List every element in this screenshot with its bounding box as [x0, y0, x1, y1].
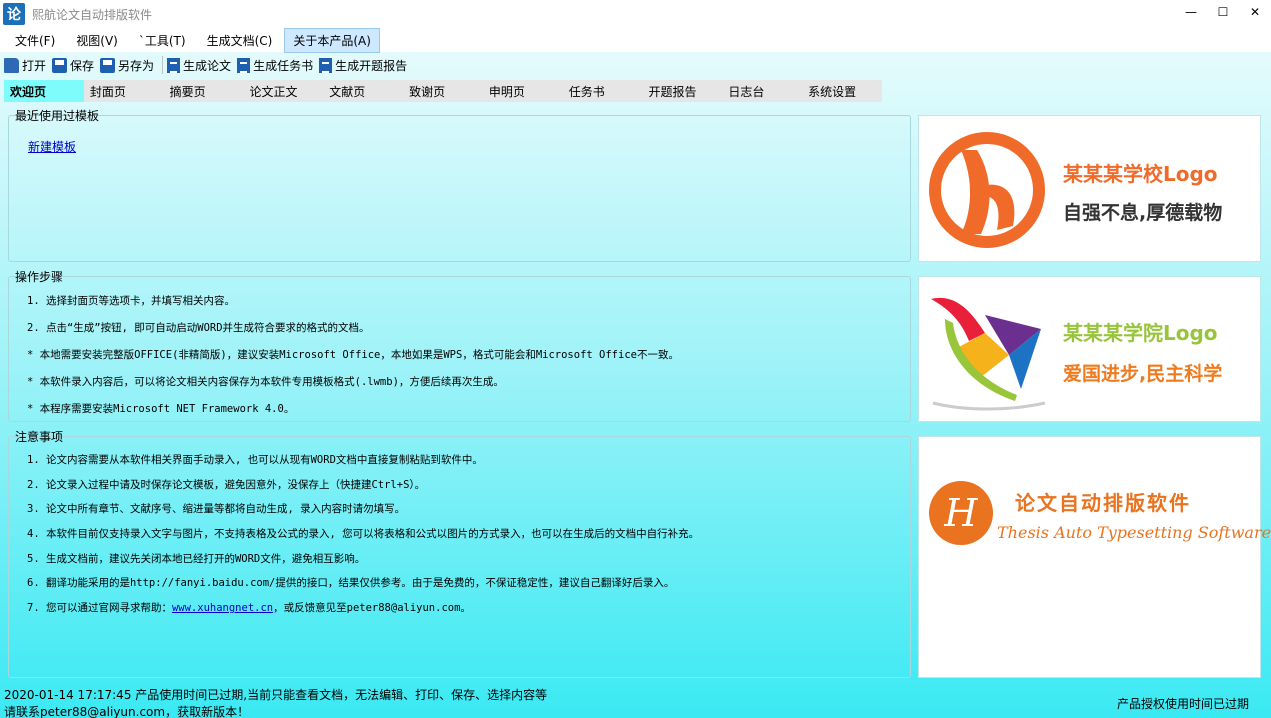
tab-body[interactable]: 论文正文: [243, 80, 323, 102]
save-icon: [52, 57, 68, 73]
open-label: 打开: [22, 58, 47, 73]
college-logo-motto: 爱国进步,民主科学: [1063, 363, 1223, 385]
tab-references[interactable]: 文献页: [323, 80, 403, 102]
website-link[interactable]: www.xuhangnet.cn: [172, 602, 273, 614]
generate-task-label: 生成任务书: [253, 58, 314, 73]
list-item: 7. 您可以通过官网寻求帮助：www.xuhangnet.cn，或反馈意见至pe…: [27, 600, 699, 625]
open-button[interactable]: 打开: [4, 57, 46, 74]
list-item: 5. 生成文档前，建议先关闭本地已经打开的WORD文件，避免相互影响。: [27, 552, 366, 565]
tab-strip: 欢迎页 封面页 摘要页 论文正文 文献页 致谢页 申明页 任务书 开题报告 日志…: [4, 80, 882, 102]
menu-generate[interactable]: 生成文档(C): [198, 28, 282, 53]
recent-templates-group: 最近使用过模板 新建模板: [8, 109, 911, 262]
generate-thesis-label: 生成论文: [183, 58, 232, 73]
app-icon: 论: [3, 3, 25, 25]
folder-open-icon: [4, 57, 19, 73]
school-logo-motto: 自强不息,厚德载物: [1063, 202, 1223, 224]
tab-acknowledgement[interactable]: 致谢页: [403, 80, 483, 102]
recent-templates-legend: 最近使用过模板: [15, 109, 100, 123]
menu-file[interactable]: 文件(F): [6, 28, 64, 53]
help-prefix: 7. 您可以通过官网寻求帮助：: [27, 602, 172, 615]
steps-group: 操作步骤 1. 选择封面页等选项卡，并填写相关内容。 2. 点击“生成”按钮, …: [8, 270, 911, 422]
school-logo-panel: 某某某学校Logo 自强不息,厚德载物: [918, 115, 1261, 262]
menu-view[interactable]: 视图(V): [67, 28, 127, 53]
generate-thesis-button[interactable]: 生成论文: [167, 57, 231, 74]
steps-list: 1. 选择封面页等选项卡，并填写相关内容。 2. 点击“生成”按钮, 即可自动启…: [27, 293, 679, 428]
title-bar: 论 熙航论文自动排版软件 — ☐ ✕: [0, 0, 1271, 28]
generate-proposal-button[interactable]: 生成开题报告: [319, 57, 407, 74]
list-item: 3. 论文中所有章节、文献序号、缩进量等都将自动生成, 录入内容时请勿填写。: [27, 503, 406, 516]
steps-legend: 操作步骤: [15, 270, 64, 284]
notes-list: 1. 论文内容需要从本软件相关界面手动录入, 也可以从现有WORD文档中直接复制…: [27, 452, 699, 625]
tab-log[interactable]: 日志台: [722, 80, 802, 102]
save-label: 保存: [70, 58, 95, 73]
list-item: 4. 本软件目前仅支持录入文字与图片，不支持表格及公式的录入, 您可以将表格和公…: [27, 528, 700, 541]
generate-task-button[interactable]: 生成任务书: [237, 57, 313, 74]
window-title: 熙航论文自动排版软件: [32, 7, 153, 22]
notes-legend: 注意事项: [15, 430, 64, 444]
save-button[interactable]: 保存: [52, 57, 94, 74]
tab-task[interactable]: 任务书: [563, 80, 643, 102]
list-item: 2. 论文录入过程中请及时保存论文模板，避免因意外，没保存上（快捷建Ctrl+S…: [27, 478, 426, 491]
college-emblem-icon: [931, 297, 1046, 411]
list-item: 1. 选择封面页等选项卡，并填写相关内容。: [27, 295, 235, 307]
window-controls: — ☐ ✕: [1175, 0, 1271, 28]
list-item: 1. 论文内容需要从本软件相关界面手动录入, 也可以从现有WORD文档中直接复制…: [27, 454, 483, 466]
tab-abstract[interactable]: 摘要页: [164, 80, 244, 102]
help-suffix: ，或反馈意见至peter88@aliyun.com。: [273, 602, 471, 615]
list-item: 2. 点击“生成”按钮, 即可自动启动WORD并生成符合要求的格式的文档。: [27, 322, 370, 334]
software-logo-panel: H 论文自动排版软件 Thesis Auto Typesetting Softw…: [918, 436, 1271, 678]
tab-settings[interactable]: 系统设置: [802, 80, 882, 102]
tab-welcome[interactable]: 欢迎页: [4, 80, 84, 102]
college-logo-name: 某某某学院Logo: [1063, 321, 1218, 345]
menu-bar: 文件(F) 视图(V) `工具(T) 生成文档(C) 关于本产品(A): [0, 27, 1271, 53]
save-as-button[interactable]: 另存为: [100, 57, 154, 74]
list-item: * 本地需要安装完整版OFFICE(非精简版)，建议安装Microsoft Of…: [27, 349, 679, 361]
minimize-icon[interactable]: —: [1175, 0, 1207, 24]
software-logo-name: 论文自动排版软件: [1015, 491, 1191, 515]
save-as-label: 另存为: [118, 58, 155, 73]
generate-proposal-label: 生成开题报告: [335, 58, 408, 73]
document-icon: [237, 57, 251, 73]
status-contact: 请联系peter88@aliyun.com，获取新版本！: [4, 705, 250, 718]
maximize-icon[interactable]: ☐: [1207, 0, 1239, 24]
toolbar-separator: [162, 56, 164, 74]
license-status: 产品授权使用时间已过期: [1116, 697, 1249, 711]
toolbar: 打开 保存 另存为 生成论文 生成任务书 生成开题报告: [0, 52, 1271, 78]
software-emblem-letter: H: [943, 491, 978, 535]
college-logo-panel: 某某某学院Logo 爱国进步,民主科学: [918, 276, 1261, 422]
status-message: 2020-01-14 17:17:45 产品使用时间已过期,当前只能查看文档，无…: [4, 688, 548, 702]
close-icon[interactable]: ✕: [1239, 0, 1271, 24]
tab-declaration[interactable]: 申明页: [483, 80, 563, 102]
document-icon: [319, 57, 333, 73]
tab-cover[interactable]: 封面页: [84, 80, 164, 102]
list-item: 6. 翻译功能采用的是http://fanyi.baidu.com/提供的接口，…: [27, 577, 675, 590]
menu-about[interactable]: 关于本产品(A): [284, 27, 380, 53]
tab-proposal[interactable]: 开题报告: [643, 80, 723, 102]
save-as-icon: [100, 57, 116, 73]
list-item: * 本程序需要安装Microsoft NET Framework 4.0。: [27, 403, 295, 415]
software-emblem-icon: H: [929, 481, 993, 545]
new-template-link[interactable]: 新建模板: [28, 138, 76, 155]
software-logo-english: Thesis Auto Typesetting Software: [997, 523, 1271, 542]
list-item: * 本软件录入内容后，可以将论文相关内容保存为本软件专用模板格式(.lwmb)，…: [27, 376, 504, 388]
school-emblem-icon: [929, 132, 1045, 248]
menu-tools[interactable]: `工具(T): [130, 28, 195, 53]
document-icon: [167, 57, 181, 73]
school-logo-name: 某某某学校Logo: [1063, 162, 1218, 186]
notes-group: 注意事项 1. 论文内容需要从本软件相关界面手动录入, 也可以从现有WORD文档…: [8, 430, 911, 678]
